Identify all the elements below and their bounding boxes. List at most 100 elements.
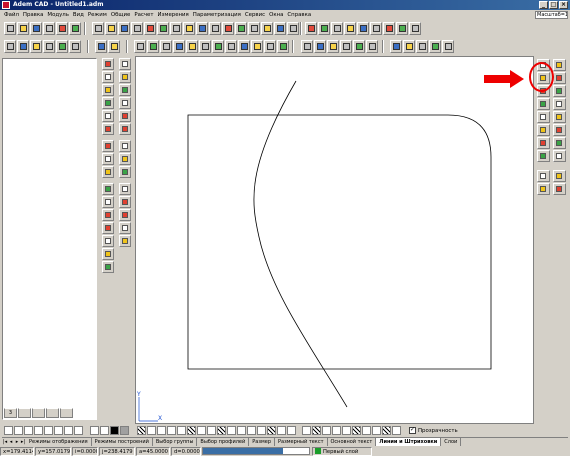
- line-style-button-22[interactable]: [227, 426, 236, 435]
- right-tool-4[interactable]: [553, 72, 566, 84]
- scale-field[interactable]: Масштаб=1:1: [535, 11, 568, 19]
- line-style-button-36[interactable]: [372, 426, 381, 435]
- toolbar2-button-7[interactable]: [95, 40, 107, 53]
- palette-tool-15[interactable]: [102, 153, 114, 165]
- toolbar2-button-23[interactable]: [327, 40, 339, 53]
- menu-parametrization[interactable]: Параметризация: [191, 10, 243, 20]
- line-style-button-10[interactable]: [100, 426, 109, 435]
- right-tool-2[interactable]: [553, 59, 566, 71]
- maximize-button[interactable]: □: [549, 1, 558, 9]
- line-style-button-37[interactable]: [382, 426, 391, 435]
- toolbar1-button-30[interactable]: [396, 22, 408, 35]
- palette-tool-5[interactable]: [102, 84, 114, 96]
- toolbar2-button-16[interactable]: [225, 40, 237, 53]
- line-style-button-4[interactable]: [34, 426, 43, 435]
- menu-service[interactable]: Сервис: [243, 10, 267, 20]
- line-style-button-7[interactable]: [64, 426, 73, 435]
- toolbar1-button-23[interactable]: [305, 22, 317, 35]
- palette-tool-31[interactable]: [102, 261, 114, 273]
- line-style-button-23[interactable]: [237, 426, 246, 435]
- line-style-button-17[interactable]: [177, 426, 186, 435]
- toolbar2-button-15[interactable]: [212, 40, 224, 53]
- toolbar1-button-9[interactable]: [118, 22, 130, 35]
- palette-tool-1[interactable]: [102, 58, 114, 70]
- line-style-button-8[interactable]: [74, 426, 83, 435]
- tab-display-modes[interactable]: Режимы отображения: [26, 438, 92, 446]
- toolbar1-button-15[interactable]: [196, 22, 208, 35]
- right-tool-6[interactable]: [553, 85, 566, 97]
- rounded-rectangle-shape[interactable]: [187, 114, 492, 370]
- toolbar1-button-28[interactable]: [370, 22, 382, 35]
- tab-lines-hatching[interactable]: Линии и Штриховки: [376, 438, 442, 446]
- right-tool-14[interactable]: [553, 137, 566, 149]
- project-tree-panel[interactable]: [2, 58, 97, 420]
- line-style-button-24[interactable]: [247, 426, 256, 435]
- toolbar1-button-16[interactable]: [209, 22, 221, 35]
- line-style-button-34[interactable]: [352, 426, 361, 435]
- tab-build-modes[interactable]: Режимы построений: [92, 438, 153, 446]
- right-tool-13[interactable]: [537, 137, 550, 149]
- palette-tool-6[interactable]: [119, 84, 131, 96]
- line-style-button-5[interactable]: [44, 426, 53, 435]
- palette-tool-4[interactable]: [119, 71, 131, 83]
- line-style-button-27[interactable]: [277, 426, 286, 435]
- line-style-button-15[interactable]: [157, 426, 166, 435]
- palette-tool-22[interactable]: [119, 196, 131, 208]
- toolbar2-button-12[interactable]: [173, 40, 185, 53]
- toolbar1-button-25[interactable]: [331, 22, 343, 35]
- menu-general[interactable]: Общие: [109, 10, 132, 20]
- line-style-button-19[interactable]: [197, 426, 206, 435]
- spline-curve[interactable]: [253, 80, 348, 408]
- line-style-button-33[interactable]: [342, 426, 351, 435]
- tab-main-text[interactable]: Основной текст: [328, 438, 377, 446]
- left-tab-4[interactable]: [46, 408, 59, 418]
- tab-layers[interactable]: Слои: [441, 438, 462, 446]
- toolbar1-button-31[interactable]: [409, 22, 421, 35]
- menu-calculation[interactable]: Расчет: [132, 10, 155, 20]
- toolbar1-button-29[interactable]: [383, 22, 395, 35]
- right-tool-10[interactable]: [553, 111, 566, 123]
- right-tool-9[interactable]: [537, 111, 550, 123]
- toolbar2-button-13[interactable]: [186, 40, 198, 53]
- toolbar2-button-22[interactable]: [314, 40, 326, 53]
- toolbar2-button-10[interactable]: [147, 40, 159, 53]
- toolbar1-button-24[interactable]: [318, 22, 330, 35]
- palette-tool-14[interactable]: [119, 140, 131, 152]
- palette-tool-27[interactable]: [102, 235, 114, 247]
- left-tab-2[interactable]: [18, 408, 31, 418]
- tab-dimension[interactable]: Размер: [249, 438, 275, 446]
- toolbar2-button-25[interactable]: [353, 40, 365, 53]
- toolbar2-button-28[interactable]: [403, 40, 415, 53]
- line-style-button-11[interactable]: [110, 426, 119, 435]
- right-tool-7[interactable]: [537, 98, 550, 110]
- tab-dimension-text[interactable]: Размерный текст: [275, 438, 328, 446]
- tab-profile-select[interactable]: Выбор профилей: [197, 438, 250, 446]
- palette-tool-26[interactable]: [119, 222, 131, 234]
- toolbar2-button-11[interactable]: [160, 40, 172, 53]
- line-style-button-6[interactable]: [54, 426, 63, 435]
- palette-tool-13[interactable]: [102, 140, 114, 152]
- toolbar1-button-7[interactable]: [92, 22, 104, 35]
- palette-tool-7[interactable]: [102, 97, 114, 109]
- toolbar1-button-19[interactable]: [248, 22, 260, 35]
- line-style-button-2[interactable]: [14, 426, 23, 435]
- palette-tool-9[interactable]: [102, 110, 114, 122]
- right-tool-20[interactable]: [553, 183, 566, 195]
- toolbar1-button-27[interactable]: [357, 22, 369, 35]
- palette-tool-10[interactable]: [119, 110, 131, 122]
- close-button[interactable]: ×: [559, 1, 568, 9]
- line-style-button-20[interactable]: [207, 426, 216, 435]
- line-style-button-26[interactable]: [267, 426, 276, 435]
- toolbar2-button-20[interactable]: [277, 40, 289, 53]
- toolbar2-button-6[interactable]: [69, 40, 81, 53]
- toolbar1-button-4[interactable]: [43, 22, 55, 35]
- palette-tool-25[interactable]: [102, 222, 114, 234]
- toolbar1-button-11[interactable]: [144, 22, 156, 35]
- left-tab-3[interactable]: [32, 408, 45, 418]
- right-tool-12[interactable]: [553, 124, 566, 136]
- menu-file[interactable]: Файл: [2, 10, 21, 20]
- toolbar2-button-4[interactable]: [43, 40, 55, 53]
- toolbar2-button-21[interactable]: [301, 40, 313, 53]
- toolbar2-button-8[interactable]: [108, 40, 120, 53]
- palette-tool-11[interactable]: [102, 123, 114, 135]
